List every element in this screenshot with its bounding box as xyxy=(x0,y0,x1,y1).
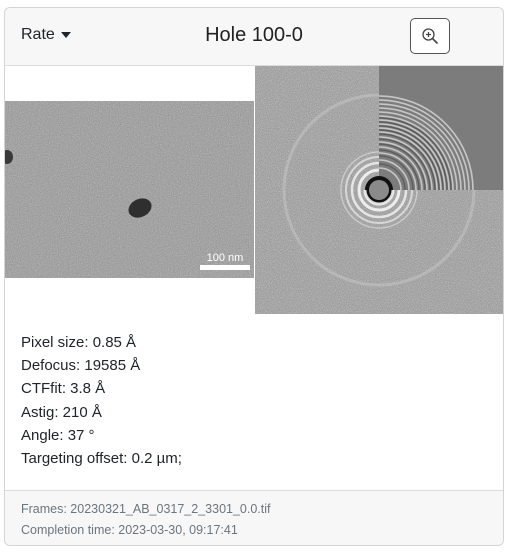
targeting-offset-text: Targeting offset: 0.2 µm; xyxy=(21,450,182,468)
card-header: Rate Hole 100-0 xyxy=(5,8,503,66)
pixel-size-text: Pixel size: 0.85 Å xyxy=(21,334,137,351)
micrograph-image[interactable]: 100 nm xyxy=(5,101,254,278)
ctf-fit-image[interactable] xyxy=(255,66,503,314)
scale-bar-line xyxy=(200,265,250,270)
image-row: 100 nm xyxy=(5,66,503,314)
ctffit-text: CTFfit: 3.8 Å xyxy=(21,380,106,398)
completion-time-text: Completion time: 2023-03-30, 09:17:41 xyxy=(21,523,238,537)
hole-card: Rate Hole 100-0 100 nm Pixel size: 0.85 … xyxy=(4,7,504,546)
frames-text: Frames: 20230321_AB_0317_2_3301_0.0.tif xyxy=(21,502,271,516)
card-footer: Frames: 20230321_AB_0317_2_3301_0.0.tif … xyxy=(5,490,503,545)
astig-text: Astig: 210 Å xyxy=(21,403,102,421)
zoom-button[interactable] xyxy=(410,18,450,54)
scale-bar-label: 100 nm xyxy=(206,252,244,264)
ctf-stats: Pixel size: 0.85 Å Defocus: 19585 Å CTFf… xyxy=(21,331,182,470)
scale-bar: 100 nm xyxy=(200,252,250,270)
angle-text: Angle: 37 ° xyxy=(21,426,95,444)
defocus-text: Defocus: 19585 Å xyxy=(21,357,141,375)
zoom-in-icon xyxy=(422,28,438,44)
